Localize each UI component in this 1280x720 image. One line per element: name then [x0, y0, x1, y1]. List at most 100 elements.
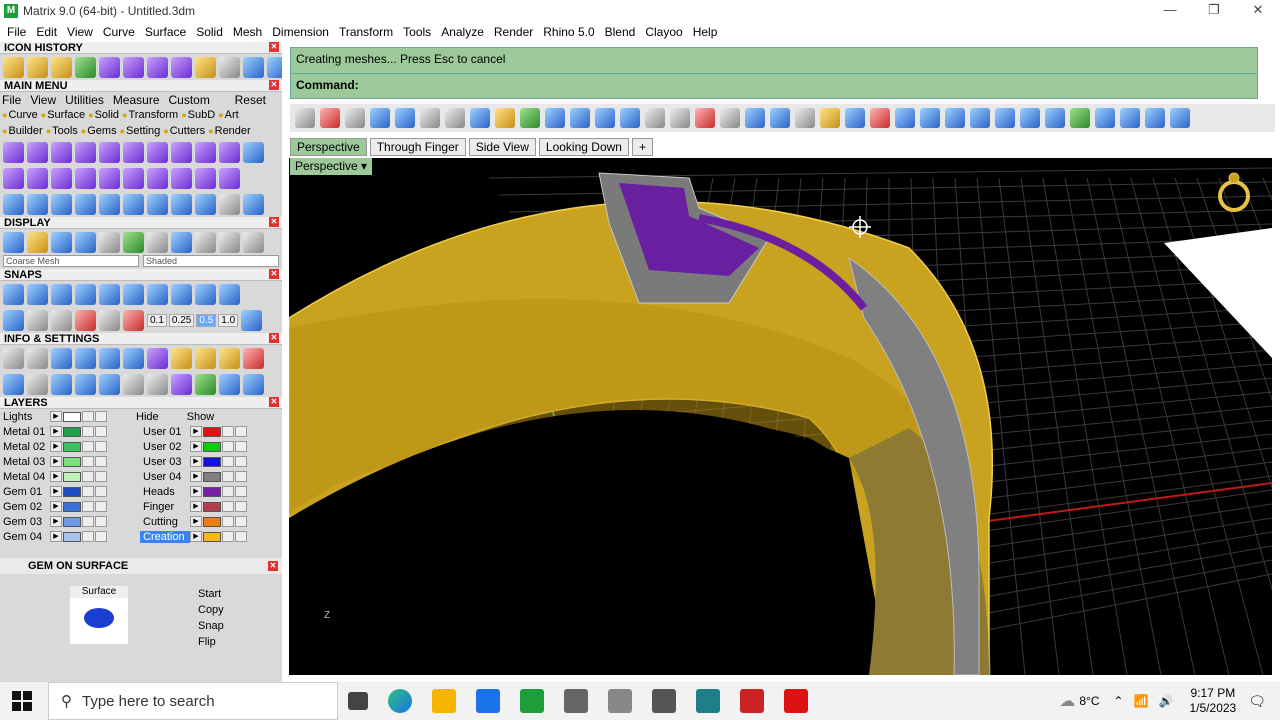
lock-icon[interactable]: [82, 411, 94, 422]
layer-color[interactable]: [203, 456, 221, 467]
display-icon[interactable]: [51, 231, 72, 253]
close-icon[interactable]: ✕: [269, 42, 279, 52]
visible-icon[interactable]: [235, 471, 247, 482]
expand-icon[interactable]: ▶: [190, 426, 202, 437]
visible-icon[interactable]: [235, 486, 247, 497]
command-prompt[interactable]: Command:: [291, 74, 1257, 96]
tab-through-finger[interactable]: Through Finger: [369, 138, 466, 156]
info-icon[interactable]: [243, 347, 264, 369]
visible-icon[interactable]: [95, 486, 107, 497]
history-tool-icon[interactable]: [219, 56, 240, 78]
app-icon[interactable]: [740, 689, 764, 713]
layer-color[interactable]: [63, 516, 81, 527]
app-icon[interactable]: [696, 689, 720, 713]
layer-name[interactable]: Gem 02: [0, 501, 50, 513]
layer-name[interactable]: Gem 03: [0, 516, 50, 528]
history-tool-icon[interactable]: [75, 56, 96, 78]
reset-button[interactable]: Reset: [235, 93, 266, 107]
category-surface[interactable]: Surface: [41, 109, 85, 121]
info-icon[interactable]: [51, 373, 72, 395]
tool-icon[interactable]: [51, 141, 72, 163]
toolbar-icon[interactable]: [320, 108, 340, 128]
expand-icon[interactable]: ▶: [190, 456, 202, 467]
visible-icon[interactable]: [235, 456, 247, 467]
lock-icon[interactable]: [222, 516, 234, 527]
taskbar-search[interactable]: ⚲ Type here to search: [48, 682, 338, 720]
expand-icon[interactable]: ▶: [190, 486, 202, 497]
chevron-up-icon[interactable]: ⌃: [1114, 694, 1124, 708]
layer-color[interactable]: [203, 516, 221, 527]
history-tool-icon[interactable]: [171, 56, 192, 78]
toolbar-icon[interactable]: [745, 108, 765, 128]
expand-icon[interactable]: ▶: [190, 471, 202, 482]
info-icon[interactable]: [171, 347, 192, 369]
category-gems[interactable]: Gems: [81, 125, 116, 137]
info-icon[interactable]: [123, 347, 144, 369]
app-icon[interactable]: [784, 689, 808, 713]
menu-render[interactable]: Render: [489, 25, 538, 39]
flip-button[interactable]: Flip: [198, 634, 276, 650]
tool-icon[interactable]: [219, 167, 240, 189]
expand-icon[interactable]: ▶: [190, 531, 202, 542]
toolbar-icon[interactable]: [995, 108, 1015, 128]
search-icon[interactable]: [27, 347, 48, 369]
expand-icon[interactable]: ▶: [50, 456, 62, 467]
layer-color[interactable]: [203, 471, 221, 482]
tool-icon[interactable]: [75, 141, 96, 163]
toolbar-icon[interactable]: [470, 108, 490, 128]
info-icon[interactable]: [147, 347, 168, 369]
toolbar-icon[interactable]: [520, 108, 540, 128]
tool-icon[interactable]: [171, 167, 192, 189]
tab-side-view[interactable]: Side View: [468, 138, 536, 156]
toolbar-icon[interactable]: [820, 108, 840, 128]
snap-value-3[interactable]: 1.0: [218, 313, 239, 327]
expand-icon[interactable]: ▶: [190, 516, 202, 527]
snap-icon[interactable]: [99, 309, 120, 331]
tool-icon[interactable]: [219, 141, 240, 163]
toolbar-icon[interactable]: [1020, 108, 1040, 128]
history-tool-icon[interactable]: [195, 56, 216, 78]
display-icon[interactable]: [27, 231, 48, 253]
visible-icon[interactable]: [95, 426, 107, 437]
tool-icon[interactable]: [27, 167, 48, 189]
layer-color[interactable]: [203, 426, 221, 437]
expand-icon[interactable]: ▶: [50, 441, 62, 452]
toolbar-icon[interactable]: [845, 108, 865, 128]
tool-icon[interactable]: [3, 141, 24, 163]
menu-file[interactable]: File: [2, 25, 31, 39]
tool-icon[interactable]: [123, 193, 144, 215]
grid-icon[interactable]: [3, 309, 24, 331]
menu-clayoo[interactable]: Clayoo: [640, 25, 687, 39]
lock-icon[interactable]: [82, 486, 94, 497]
expand-icon[interactable]: ▶: [190, 441, 202, 452]
tool-icon[interactable]: [243, 193, 264, 215]
task-view-icon[interactable]: [348, 692, 368, 710]
toolbar-icon[interactable]: [670, 108, 690, 128]
visible-icon[interactable]: [95, 531, 107, 542]
display-icon[interactable]: [243, 231, 264, 253]
category-cutters[interactable]: Cutters: [163, 125, 205, 137]
visible-icon[interactable]: [95, 516, 107, 527]
toolbar-icon[interactable]: [295, 108, 315, 128]
tool-icon[interactable]: [27, 193, 48, 215]
tool-icon[interactable]: [171, 193, 192, 215]
visible-icon[interactable]: [95, 411, 107, 422]
toolbar-icon[interactable]: [945, 108, 965, 128]
close-icon[interactable]: ✕: [269, 333, 279, 343]
info-icon[interactable]: [75, 347, 96, 369]
layer-color[interactable]: [63, 531, 81, 542]
snap-icon[interactable]: [27, 309, 48, 331]
toolbar-icon[interactable]: [420, 108, 440, 128]
tool-icon[interactable]: [51, 193, 72, 215]
expand-icon[interactable]: ▶: [190, 501, 202, 512]
display-mode-select[interactable]: Coarse Mesh: [3, 255, 139, 267]
menu-curve[interactable]: Curve: [98, 25, 140, 39]
lock-icon[interactable]: [82, 456, 94, 467]
snap-button[interactable]: Snap: [198, 618, 276, 634]
tool-icon[interactable]: [243, 141, 264, 163]
toolbar-icon[interactable]: [645, 108, 665, 128]
visible-icon[interactable]: [235, 441, 247, 452]
toolbar-icon[interactable]: [570, 108, 590, 128]
toolbar-icon[interactable]: [595, 108, 615, 128]
layer-name[interactable]: Metal 04: [0, 471, 50, 483]
